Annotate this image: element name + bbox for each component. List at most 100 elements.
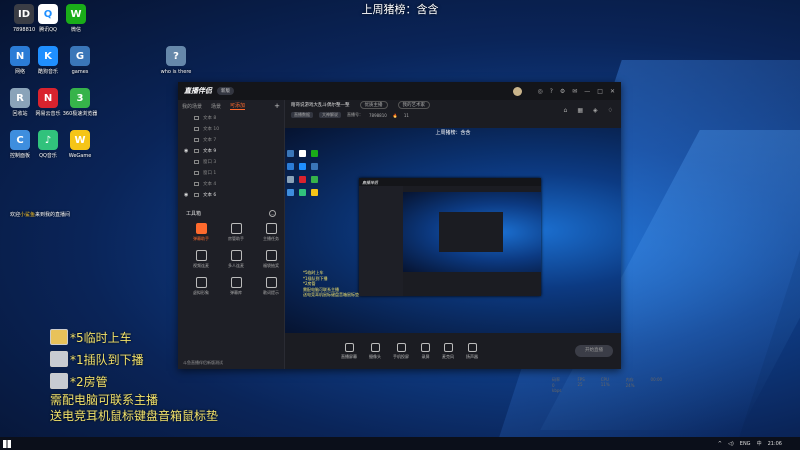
clock[interactable]: 21:06 xyxy=(768,441,782,447)
tool-icon xyxy=(230,223,242,234)
source-item[interactable]: ◉ 文本 6 xyxy=(178,189,284,200)
minimize-icon[interactable]: — xyxy=(584,88,590,95)
source-item[interactable]: 文本 8 xyxy=(178,112,284,123)
source-label: 文本 8 xyxy=(203,115,217,121)
source-item[interactable]: 文本 10 xyxy=(178,123,284,134)
tool-icon xyxy=(230,277,242,288)
source-type-icon xyxy=(194,181,199,186)
more-icon[interactable]: … xyxy=(269,210,276,217)
gift-icon[interactable]: ◎ xyxy=(537,88,542,95)
capture-control[interactable]: 扬声器 xyxy=(466,342,478,360)
tag-pill[interactable]: 优质主播 xyxy=(359,101,388,109)
desktop-icon-label: games xyxy=(71,69,89,75)
message-icon[interactable]: ✉ xyxy=(572,88,577,95)
maximize-icon[interactable]: □ xyxy=(597,88,603,95)
recycle-bin-icon: R xyxy=(10,88,30,108)
source-item[interactable]: 窗口 1 xyxy=(178,167,284,178)
desktop-icon-label: who is there xyxy=(160,69,192,75)
close-icon[interactable]: ✕ xyxy=(610,88,615,95)
tool-item[interactable]: 主播任务 xyxy=(256,223,286,242)
desktop-icon-label: 360极速浏览器 xyxy=(62,111,98,117)
source-item[interactable]: 窗口 3 xyxy=(178,156,284,167)
start-live-button[interactable]: 开始直播 xyxy=(575,345,613,357)
control-icon xyxy=(443,342,453,352)
capture-control[interactable]: 手机投屏 xyxy=(393,342,409,360)
games-folder-icon: G xyxy=(70,46,90,66)
stream-overlay-notice: *5临时上车 *1插队到下播 *2房管 需配电脑可联系主播 送电竞耳机鼠标键盘音… xyxy=(50,326,218,424)
desktop-icon[interactable]: W 微信 xyxy=(56,4,96,33)
avatar[interactable] xyxy=(513,86,523,96)
chevron-up-icon[interactable]: ^ xyxy=(718,441,722,447)
input-mode[interactable]: 中 xyxy=(757,440,762,447)
tool-label: 歌词提示 xyxy=(263,290,279,295)
kugou-icon: K xyxy=(38,46,58,66)
desktop-icon[interactable]: 3 360极速浏览器 xyxy=(60,88,100,117)
language-indicator[interactable]: ENG xyxy=(740,441,751,447)
capture-control[interactable]: 直播屏幕 xyxy=(341,342,357,360)
room-title[interactable]: 瞎哥说游戏大乱斗偶尔整一整 xyxy=(291,102,350,108)
stream-title: 上周猪榜：含含 xyxy=(361,3,439,16)
source-item[interactable]: 文本 4 xyxy=(178,178,284,189)
whoisthere-icon: ? xyxy=(166,46,186,66)
live-companion-window[interactable]: 直播伴侣 新版 ◎ ? ⚙ ✉ — □ ✕ 我的场景 场景 可添加 + 文本 8… xyxy=(178,82,662,393)
tool-item[interactable]: 福袋抽奖 xyxy=(256,250,286,269)
start-button[interactable] xyxy=(0,437,14,450)
status-item: 00:00 xyxy=(650,377,663,382)
source-type-icon xyxy=(194,126,199,131)
tool-icon xyxy=(265,250,277,261)
source-type-icon xyxy=(194,148,199,153)
source-type-icon xyxy=(194,159,199,164)
source-list: 文本 8 文本 10 文本 7 ◉ 文本 9 窗口 3 窗口 1 文本 4 ◉ 文本 6 xyxy=(178,112,284,200)
main-stage: 瞎哥说游戏大乱斗偶尔整一整 优质主播 我的艺术家 直播数据 大神解说 直播号： … xyxy=(285,100,662,393)
tool-icon xyxy=(265,277,277,288)
app-title-bar[interactable]: 直播伴侣 新版 ◎ ? ⚙ ✉ — □ ✕ xyxy=(178,82,621,100)
source-type-icon xyxy=(194,170,199,175)
desktop-icon[interactable]: ? who is there xyxy=(156,46,196,75)
desktop-icon-label: WeGame xyxy=(68,153,92,159)
tag-pill[interactable]: 我的艺术家 xyxy=(397,101,430,109)
tool-item[interactable]: 多人连麦 xyxy=(221,250,251,269)
source-label: 文本 4 xyxy=(203,181,217,187)
tool-item[interactable]: 视频连麦 xyxy=(186,250,216,269)
capture-control[interactable]: 摄像头 xyxy=(369,342,381,360)
settings-icon[interactable]: ⚙ xyxy=(560,88,565,95)
capture-control[interactable]: 麦克风 xyxy=(442,342,454,360)
stream-preview[interactable]: 上周猪榜：含含 直播伴侣 *5临时上车 *1插队到下播 *2房管 需配电脑可联系… xyxy=(285,128,621,333)
eye-icon[interactable]: ◉ xyxy=(184,192,190,198)
control-icon xyxy=(467,342,477,352)
share-icon[interactable]: ⌂ xyxy=(564,107,568,114)
qq-icon: Q xyxy=(38,4,58,24)
grid-icon[interactable]: ▦ xyxy=(577,107,583,114)
status-item: FPS 25 xyxy=(577,377,585,387)
desktop-icon[interactable]: W WeGame xyxy=(60,130,100,159)
gift-box-icon[interactable]: ◈ xyxy=(593,107,598,114)
tool-label: 弹幕助手 xyxy=(193,236,209,241)
capture-control[interactable]: 录屏 xyxy=(421,342,430,360)
tool-item[interactable]: 房管助手 xyxy=(221,223,251,242)
overlay-line: *2房管 xyxy=(70,374,108,389)
status-item: 码率 0 kbps xyxy=(552,377,562,393)
tab-scenes[interactable]: 场景 xyxy=(211,103,221,110)
tab-my-scenes[interactable]: 我的场景 xyxy=(182,103,202,110)
source-item[interactable]: 文本 7 xyxy=(178,134,284,145)
add-source-icon[interactable]: + xyxy=(274,102,280,110)
tool-item[interactable]: 弹幕助手 xyxy=(186,223,216,242)
tool-item[interactable]: 弹幕库 xyxy=(221,277,251,296)
control-label: 手机投屏 xyxy=(393,353,409,359)
status-item: CPU 11% xyxy=(600,377,610,387)
network-icon: N xyxy=(10,46,30,66)
wegame-icon: W xyxy=(70,130,90,150)
desktop-icon[interactable]: Ggames xyxy=(60,46,100,75)
help-icon[interactable]: ? xyxy=(550,88,553,95)
eye-icon[interactable]: ◉ xyxy=(184,148,190,154)
tool-label: 视频连麦 xyxy=(193,263,209,268)
bell-icon[interactable]: ♢ xyxy=(608,107,613,114)
source-item[interactable]: ◉ 文本 9 xyxy=(178,145,284,156)
data-tag[interactable]: 直播数据 xyxy=(291,112,313,118)
category-tag[interactable]: 大神解说 xyxy=(319,112,341,118)
version-badge[interactable]: 新版 xyxy=(217,87,234,95)
tool-item[interactable]: 歌词提示 xyxy=(256,277,286,296)
tool-item[interactable]: 虚拟形象 xyxy=(186,277,216,296)
volume-icon[interactable]: ◁) xyxy=(728,441,734,447)
tab-addable[interactable]: 可添加 xyxy=(230,102,246,110)
